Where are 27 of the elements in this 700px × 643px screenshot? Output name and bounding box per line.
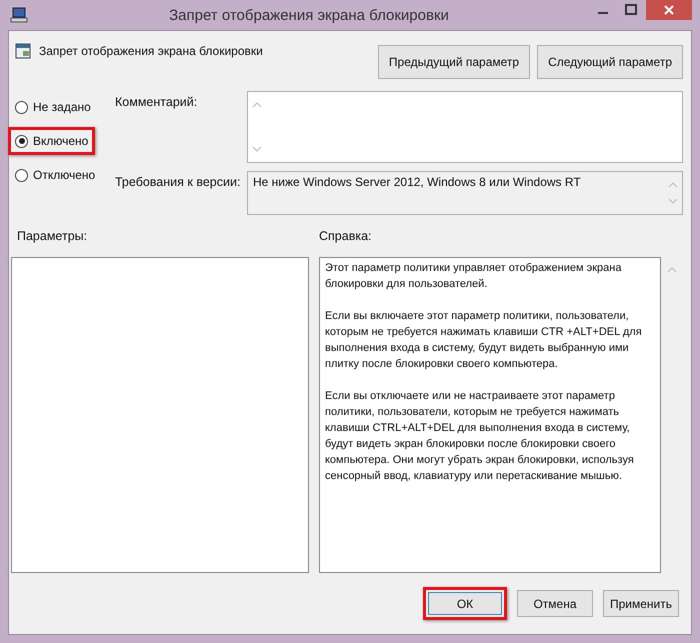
policy-name: Запрет отображения экрана блокировки — [39, 44, 263, 58]
radio-option[interactable]: Не задано — [8, 93, 98, 121]
scroll-down-icon — [668, 198, 678, 204]
comment-label: Комментарий: — [115, 94, 198, 111]
nav-button[interactable]: Следующий параметр — [537, 45, 683, 79]
requirements-label: Требования к версии: — [115, 174, 242, 191]
policy-icon — [15, 43, 31, 59]
comment-field[interactable] — [247, 91, 683, 163]
nav-button[interactable]: Предыдущий параметр — [378, 45, 530, 79]
dialog-button[interactable]: ОК — [423, 587, 507, 620]
help-paragraph: Если вы включаете этот параметр политики, пользователи, которым не требуется нажимать клавиши CTR +ALT+DEL для выполнения входа в систему, будут видеть выбранную ими плитку после блокировки своего компьютера. — [325, 309, 643, 372]
help-paragraph: Этот параметр политики управляет отображением экрана блокировки для пользователей. — [325, 261, 622, 292]
radio-option[interactable]: Отключено — [8, 161, 102, 189]
dialog-button[interactable]: Отмена — [517, 590, 593, 617]
help-label: Справка: — [319, 229, 372, 243]
scroll-up-icon — [667, 267, 677, 273]
scroll-down-icon — [252, 146, 262, 152]
window-title: Запрет отображения экрана блокировки — [168, 6, 450, 24]
dialog-button[interactable]: Применить — [603, 590, 679, 617]
radio-option[interactable]: Включено — [8, 127, 96, 155]
scroll-up-icon — [252, 102, 262, 108]
parameters-label: Параметры: — [17, 229, 88, 243]
computer-icon — [10, 7, 28, 23]
help-paragraph: Если вы отключаете или не настраиваете этот параметр политики, пользователи, которым не требуется нажимать клавиши CTRL+ALT+DEL для выполнения входа в систему, будут видеть экран блокировки после блокировки своего компьютера. Они могут убрать экран блокировки, используя сенсорный ввод, клавиатуру или перетаскивание мышью. — [325, 389, 635, 484]
close-icon[interactable] — [646, 0, 692, 20]
requirements-text: Не ниже Windows Server 2012, Windows 8 или Windows RT — [252, 174, 582, 191]
scroll-up-icon — [668, 182, 678, 188]
